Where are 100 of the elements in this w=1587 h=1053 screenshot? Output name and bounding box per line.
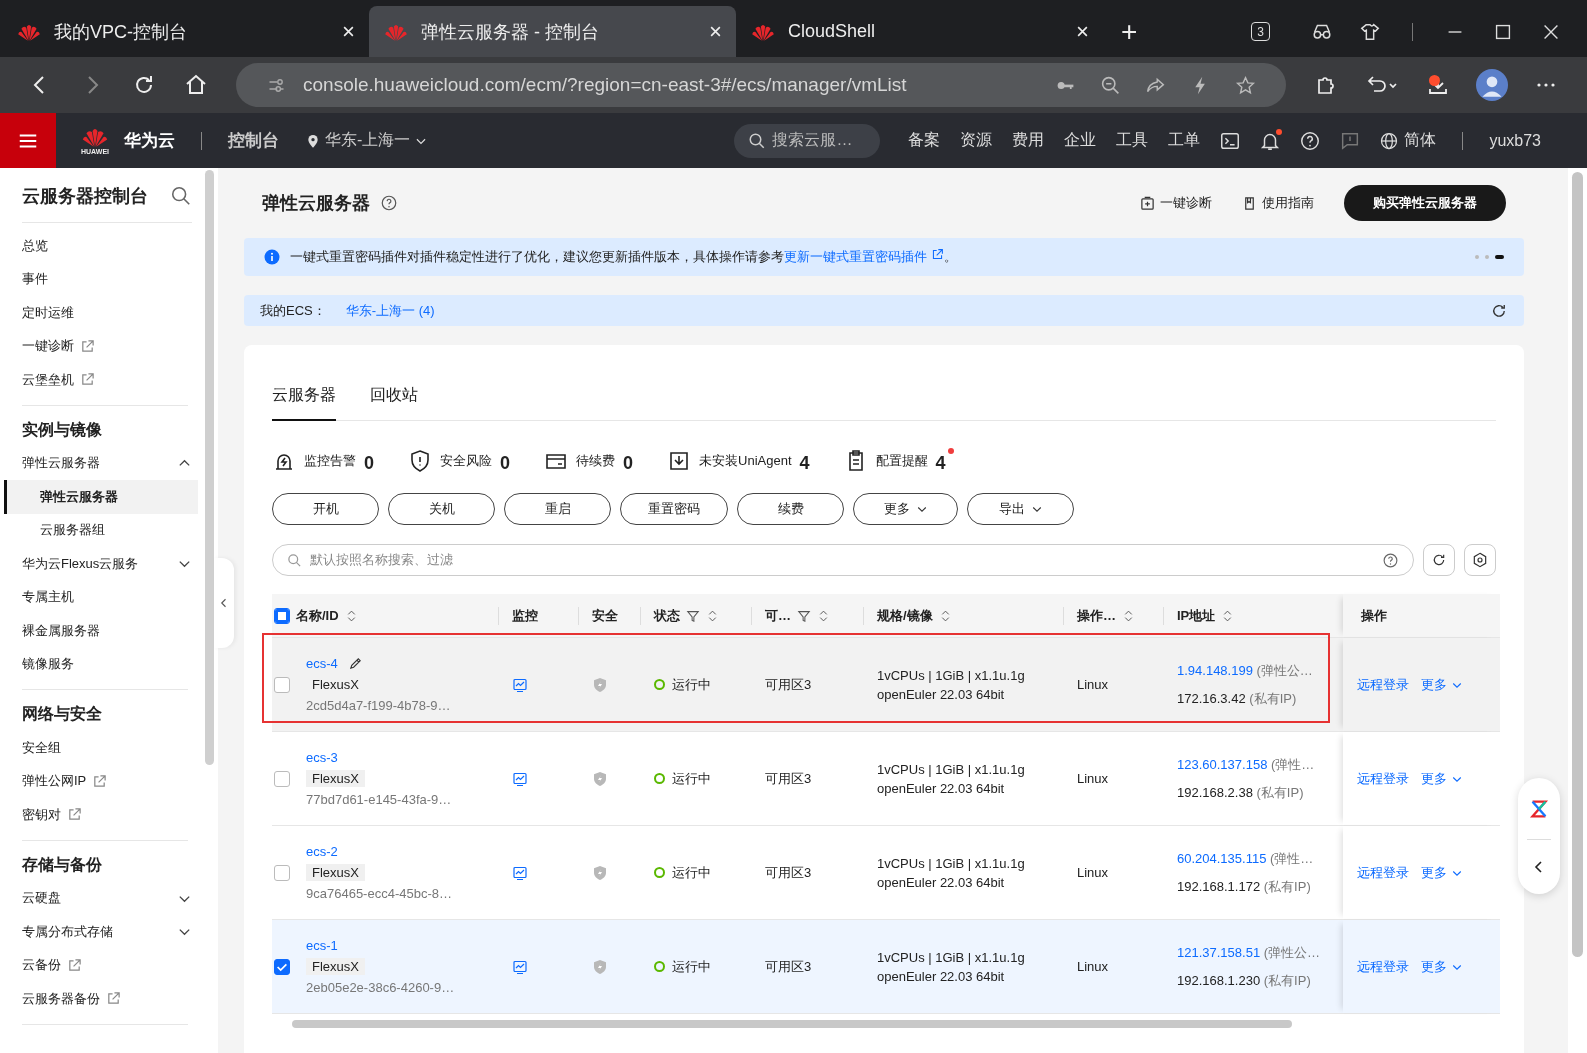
- home-icon[interactable]: [184, 73, 208, 97]
- zoom-out-icon[interactable]: [1100, 74, 1121, 96]
- nav-link[interactable]: 备案: [908, 130, 941, 151]
- nav-link[interactable]: 工单: [1168, 130, 1201, 151]
- edit-icon[interactable]: [347, 656, 363, 671]
- close-icon[interactable]: [342, 25, 355, 38]
- tab-count-button[interactable]: 3: [1251, 22, 1270, 41]
- settings-button[interactable]: [1464, 544, 1496, 576]
- header-link[interactable]: 一键诊断: [1140, 194, 1212, 212]
- stat-label[interactable]: 安全风险: [440, 452, 492, 470]
- sort-icon[interactable]: [706, 608, 719, 623]
- sidebar-item[interactable]: 云服务器组: [4, 513, 198, 547]
- help-icon[interactable]: [380, 194, 398, 212]
- filter-icon[interactable]: [686, 608, 700, 623]
- sidebar-item[interactable]: 云硬盘: [22, 881, 188, 915]
- search-field[interactable]: 搜索云服…: [734, 123, 881, 158]
- action-button[interactable]: 重置密码: [620, 493, 728, 525]
- sidebar-item[interactable]: 弹性公网IP: [22, 764, 188, 798]
- action-button[interactable]: 关机: [388, 493, 495, 525]
- public-ip-link[interactable]: 1.94.148.199: [1177, 662, 1253, 678]
- nav-link[interactable]: 费用: [1012, 130, 1045, 151]
- search-icon[interactable]: [170, 185, 192, 207]
- action-button[interactable]: 重启: [504, 493, 611, 525]
- sidebar-item[interactable]: 弹性云服务器: [4, 480, 198, 514]
- dropdown-button[interactable]: 更多: [853, 493, 958, 525]
- sidebar-item[interactable]: 一键诊断: [22, 329, 188, 363]
- server-name-link[interactable]: ecs-2: [306, 844, 338, 859]
- scrollbar-thumb[interactable]: [205, 170, 214, 765]
- public-ip-link[interactable]: 123.60.137.158: [1177, 756, 1268, 772]
- browser-tab[interactable]: CloudShell: [736, 6, 1103, 57]
- stat-label[interactable]: 监控告警: [304, 452, 356, 470]
- sidebar-item[interactable]: 专属主机: [22, 580, 188, 614]
- scrollbar-thumb[interactable]: [1572, 172, 1583, 957]
- dropdown-button[interactable]: 导出: [967, 493, 1074, 525]
- more-link[interactable]: 更多: [1421, 957, 1463, 976]
- browser-tab[interactable]: 弹性云服务器 - 控制台: [369, 6, 736, 57]
- sidebar-item[interactable]: 裸金属服务器: [22, 614, 188, 648]
- tab[interactable]: 回收站: [370, 385, 418, 421]
- buy-button[interactable]: 购买弹性云服务器: [1344, 185, 1506, 221]
- sidebar-item[interactable]: 华为云Flexus云服务: [22, 547, 188, 581]
- sidebar-item[interactable]: 弹性云服务器: [22, 446, 188, 480]
- nav-link[interactable]: 工具: [1116, 130, 1149, 151]
- row-checkbox[interactable]: [274, 958, 290, 975]
- column-header[interactable]: 安全: [578, 594, 640, 637]
- table-row[interactable]: ecs-2 FlexusX 9ca76465-ecc4-45bc-8… 运行中 可用区3 1vCPUs | 1GiB | x1.1u.1g openEuler 22.03 64bit Linux 60.204.135.115 (弹性… 192.168.1.172 (私有IP) 远程登录 更多: [272, 826, 1500, 920]
- avatar-icon[interactable]: [1476, 69, 1508, 101]
- stat-label[interactable]: 待续费: [576, 452, 616, 470]
- sort-icon[interactable]: [817, 608, 830, 623]
- scrollbar-thumb[interactable]: [292, 1020, 1292, 1028]
- sidebar-item[interactable]: 云堡垒机: [22, 363, 188, 397]
- region-link[interactable]: 华东-上海一 (4): [345, 301, 435, 320]
- sidebar-item[interactable]: 镜像服务: [22, 647, 188, 681]
- close-icon[interactable]: [1076, 25, 1089, 38]
- refresh-button[interactable]: [1423, 544, 1456, 576]
- remote-login-link[interactable]: 远程登录: [1357, 863, 1409, 882]
- nav-link[interactable]: 资源: [960, 130, 993, 151]
- help-icon[interactable]: [1299, 129, 1322, 152]
- column-header[interactable]: 监控: [498, 594, 578, 637]
- monitor-chart-icon[interactable]: [512, 958, 528, 975]
- sidebar-item[interactable]: 云服务器备份: [22, 982, 188, 1016]
- more-link[interactable]: 更多: [1421, 675, 1463, 694]
- row-checkbox[interactable]: [274, 864, 290, 881]
- carousel-dots[interactable]: [1475, 255, 1504, 259]
- action-button[interactable]: 开机: [272, 493, 379, 525]
- server-name-link[interactable]: ecs-4: [306, 656, 338, 671]
- select-all-checkbox[interactable]: [274, 607, 290, 624]
- sidebar-item[interactable]: 密钥对: [22, 798, 188, 832]
- column-header[interactable]: 可…: [751, 594, 863, 637]
- sidebar-item[interactable]: 事件: [22, 262, 188, 296]
- sidebar-item[interactable]: 安全组: [22, 731, 188, 765]
- tab[interactable]: 云服务器: [272, 385, 336, 421]
- server-name-link[interactable]: ecs-1: [306, 938, 338, 953]
- notice-link[interactable]: 更新一键式重置密码插件: [784, 249, 944, 264]
- console-link[interactable]: 控制台: [228, 129, 279, 152]
- column-header[interactable]: 操作…: [1063, 594, 1163, 637]
- table-row[interactable]: ecs-1 FlexusX 2eb05e2e-38c6-4260-9… 运行中 可用区3 1vCPUs | 1GiB | x1.1u.1g openEuler 22.03 64bit Linux 121.37.158.51 (弹性公… 192.168.1.230 (私有IP) 远程登录 更多: [272, 920, 1500, 1014]
- brand-name[interactable]: 华为云: [124, 129, 175, 152]
- server-name-link[interactable]: ecs-3: [306, 750, 338, 765]
- collapse-handle[interactable]: [214, 558, 234, 648]
- user-name[interactable]: yuxb73: [1489, 131, 1541, 150]
- sidebar-item[interactable]: 云备份: [22, 948, 188, 982]
- public-ip-link[interactable]: 121.37.158.51: [1177, 944, 1261, 960]
- header-link[interactable]: 使用指南: [1242, 194, 1314, 212]
- monitor-chart-icon[interactable]: [512, 770, 528, 787]
- column-header[interactable]: 状态: [640, 594, 751, 637]
- stat-label[interactable]: 配置提醒: [875, 452, 928, 470]
- column-header[interactable]: IP地址: [1163, 594, 1343, 637]
- row-checkbox[interactable]: [274, 676, 290, 693]
- column-header[interactable]: 名称/ID: [272, 594, 498, 637]
- table-row[interactable]: ecs-3 FlexusX 77bd7d61-e145-43fa-9… 运行中 可用区3 1vCPUs | 1GiB | x1.1u.1g openEuler 22.03 64bit Linux 123.60.137.158 (弹性… 192.168.2.38 (私有IP) 远程登录 更多: [272, 732, 1500, 826]
- sidebar-item[interactable]: 总览: [22, 229, 188, 263]
- menu-button[interactable]: [0, 113, 56, 168]
- remote-login-link[interactable]: 远程登录: [1357, 769, 1409, 788]
- help-icon[interactable]: [1382, 551, 1400, 569]
- region-selector[interactable]: 华东-上海一: [305, 130, 429, 151]
- sort-icon[interactable]: [1122, 608, 1135, 623]
- sidebar-item[interactable]: 专属分布式存储: [22, 915, 188, 949]
- monitor-chart-icon[interactable]: [512, 676, 528, 693]
- address-bar[interactable]: console.huaweicloud.com/ecm/?region=cn-east-3#/ecs/manager/vmList: [236, 63, 1286, 107]
- row-checkbox[interactable]: [274, 770, 290, 787]
